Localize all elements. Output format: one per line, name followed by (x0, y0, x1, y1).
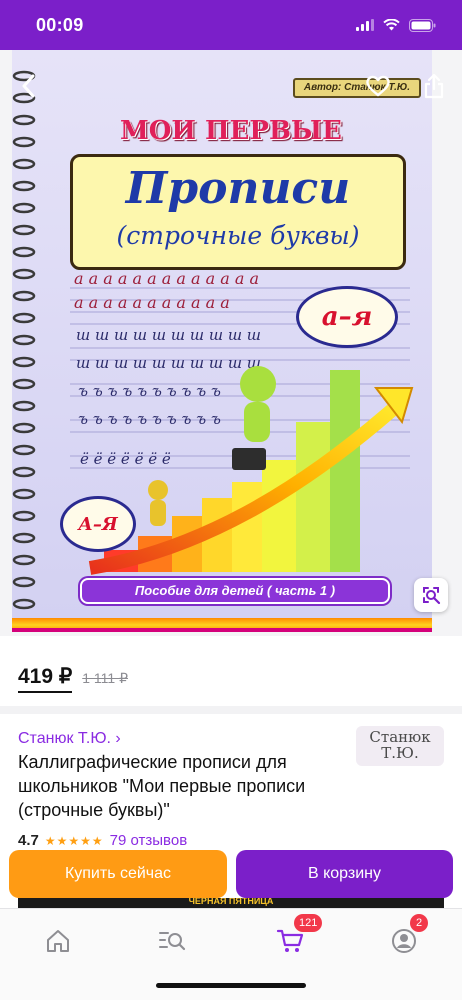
image-search-button[interactable] (414, 578, 448, 612)
promo-banner[interactable]: ЧЕРНАЯ ПЯТНИЦА (18, 898, 444, 908)
nav-cart[interactable]: 121 (270, 914, 323, 959)
nav-catalog-search[interactable] (152, 923, 192, 959)
home-icon (47, 930, 69, 952)
cover-title-line1: МОИ ПЕРВЫЕ (119, 116, 342, 146)
reviews-link[interactable]: 79 отзывов (110, 832, 188, 849)
status-icons (356, 18, 436, 32)
favorite-button[interactable] (358, 66, 398, 106)
svg-text:ъ ъ ъ ъ ъ ъ ъ ъ ъ ъ: ъ ъ ъ ъ ъ ъ ъ ъ ъ ъ (78, 382, 221, 400)
svg-text:а а а а а а а а а а а: а а а а а а а а а а а (74, 293, 230, 312)
svg-text:ё ё ё ё ё ё ё: ё ё ё ё ё ё ё (80, 450, 171, 468)
image-search-icon (423, 587, 441, 605)
cover-title-line2: Прописи (125, 163, 351, 214)
status-time: 00:09 (36, 14, 84, 35)
section-divider (0, 706, 462, 714)
profile-badge: 2 (410, 914, 428, 932)
status-bar: 00:09 (0, 0, 462, 50)
rating-stars: ★★★★★ (44, 833, 104, 848)
back-button[interactable] (8, 66, 48, 106)
catalog-search-icon (159, 932, 186, 951)
share-button[interactable] (414, 66, 454, 106)
seller-link[interactable]: Станюк Т.Ю. › (18, 730, 121, 748)
cover-footer-banner: Пособие для детей ( часть 1 ) (80, 578, 390, 604)
cover-letters-badge: а–я (296, 286, 398, 348)
nav-profile[interactable]: 2 (384, 914, 428, 959)
cart-icon (276, 929, 304, 952)
buy-now-button[interactable]: Купить сейчас (9, 850, 227, 898)
seller-logo-line1: Станюк (369, 728, 431, 746)
share-icon (424, 73, 444, 99)
battery-icon (409, 18, 436, 32)
price-row: 419 ₽ 1 111 ₽ (18, 664, 128, 693)
add-to-cart-button[interactable]: В корзину (236, 850, 453, 898)
cover-letters-badge-small: А–Я (60, 496, 136, 552)
cover-title-box: Прописи (строчные буквы) (70, 154, 406, 270)
rating-row[interactable]: 4.7 ★★★★★ 79 отзывов (18, 832, 187, 849)
heart-icon (366, 75, 390, 97)
product-title: Каллиграфические прописи для школьников … (18, 752, 306, 820)
seller-logo[interactable]: Станюк Т.Ю. (356, 726, 444, 766)
svg-text:ш ш ш ш ш ш ш ш ш ш: ш ш ш ш ш ш ш ш ш ш (76, 354, 261, 372)
cover-title-line3: (строчные буквы) (116, 221, 360, 250)
signal-icon (356, 19, 374, 31)
price-current: 419 ₽ (18, 664, 73, 693)
svg-text:ш ш ш ш ш ш ш ш ш ш: ш ш ш ш ш ш ш ш ш ш (76, 326, 261, 344)
svg-text:а а а а а а а а а а а а а: а а а а а а а а а а а а а (74, 269, 259, 288)
rating-value: 4.7 (18, 832, 39, 849)
svg-text:ъ ъ ъ ъ ъ ъ ъ ъ ъ ъ: ъ ъ ъ ъ ъ ъ ъ ъ ъ ъ (78, 410, 221, 428)
home-indicator (156, 983, 306, 988)
nav-home[interactable] (38, 923, 78, 959)
wifi-icon (383, 19, 400, 31)
cart-count-badge: 121 (294, 914, 323, 932)
chevron-left-icon (22, 74, 35, 98)
cover-author-tag: Автор: Станюк Т.Ю. (293, 78, 421, 98)
product-image[interactable]: а а а а а а а а а а а а а а а а а а а а … (0, 50, 462, 636)
profile-icon (392, 929, 416, 953)
price-old: 1 111 ₽ (82, 670, 128, 686)
seller-logo-line2: Т.Ю. (381, 744, 419, 762)
